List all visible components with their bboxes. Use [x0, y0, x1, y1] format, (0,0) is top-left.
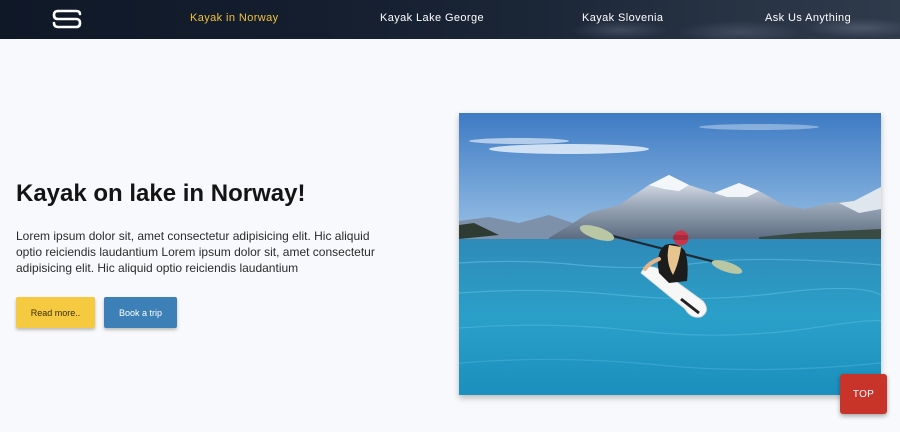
nav-link-kayak-in-norway[interactable]: Kayak in Norway: [190, 12, 279, 24]
hero-description: Lorem ipsum dolor sit, amet consectetur …: [16, 229, 375, 275]
nav-link-kayak-slovenia[interactable]: Kayak Slovenia: [582, 12, 663, 24]
back-to-top-button[interactable]: TOP: [840, 374, 887, 414]
hero-kayak-image: [459, 113, 881, 395]
nav-link-kayak-lake-george[interactable]: Kayak Lake George: [380, 12, 484, 24]
nav-link-ask-us-anything[interactable]: Ask Us Anything: [765, 12, 851, 24]
top-navbar: Kayak in Norway Kayak Lake George Kayak …: [0, 0, 900, 39]
book-trip-button[interactable]: Book a trip: [104, 297, 177, 328]
hero-title: Kayak on lake in Norway!: [16, 180, 306, 207]
brand-logo-icon[interactable]: [50, 5, 84, 33]
read-more-button[interactable]: Read more..: [16, 297, 95, 328]
